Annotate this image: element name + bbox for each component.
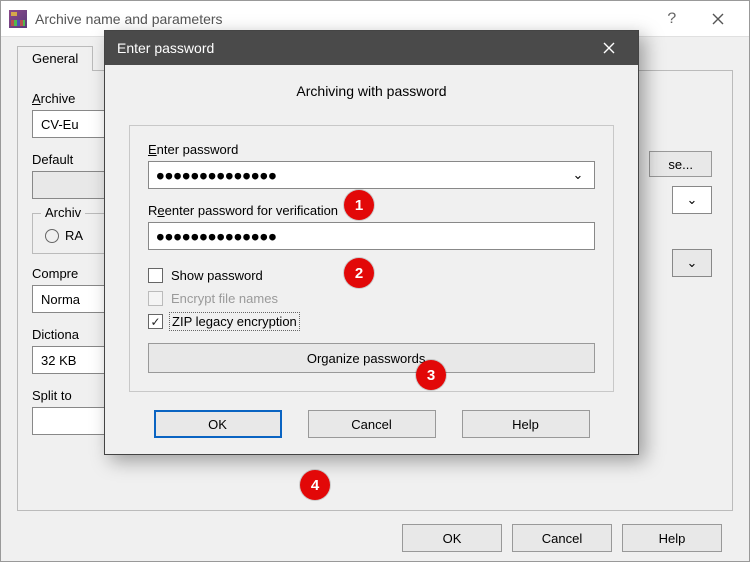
dialog-titlebar: Enter password	[105, 31, 638, 65]
window-help-button[interactable]: ?	[649, 4, 695, 34]
password-fieldset: Enter password ●●●●●●●●●●●●●● ⌄ Reenter …	[129, 125, 614, 392]
dialog-heading: Archiving with password	[129, 83, 614, 99]
checkbox-icon	[148, 268, 163, 283]
ok-button[interactable]: OK	[154, 410, 282, 438]
close-icon	[603, 42, 615, 54]
chevron-down-icon: ⌄	[682, 192, 702, 208]
winrar-app-icon	[9, 10, 27, 28]
window-title: Archive name and parameters	[35, 11, 649, 27]
archive-format-legend: Archiv	[41, 205, 85, 220]
archive-name-combo[interactable]: CV-Eu	[32, 110, 112, 138]
chevron-down-icon: ⌄	[682, 255, 702, 271]
tab-general[interactable]: General	[17, 46, 93, 71]
outer-ok-button[interactable]: OK	[402, 524, 502, 552]
cancel-button[interactable]: Cancel	[308, 410, 436, 438]
close-icon	[712, 13, 724, 25]
archive-name-value: CV-Eu	[41, 117, 79, 132]
password-input[interactable]: ●●●●●●●●●●●●●● ⌄	[148, 161, 595, 189]
window-close-button[interactable]	[695, 4, 741, 34]
archive-format-fieldset: Archiv RA	[32, 213, 114, 254]
rar-radio[interactable]: RA	[45, 228, 101, 243]
chevron-down-icon: ⌄	[568, 167, 588, 183]
help-button[interactable]: Help	[462, 410, 590, 438]
reenter-password-label: Reenter password for verification	[148, 203, 595, 218]
outer-cancel-button[interactable]: Cancel	[512, 524, 612, 552]
organize-passwords-button[interactable]: Organize passwords...	[148, 343, 595, 373]
reenter-password-value: ●●●●●●●●●●●●●●	[157, 230, 278, 243]
dialog-button-row: OK Cancel Help	[129, 410, 614, 438]
checkbox-checked-icon	[148, 314, 163, 329]
reenter-password-input[interactable]: ●●●●●●●●●●●●●●	[148, 222, 595, 250]
profile-combo[interactable]	[32, 171, 112, 199]
show-password-checkbox[interactable]: Show password	[148, 268, 595, 283]
dialog-close-button[interactable]	[592, 34, 626, 62]
dialog-title: Enter password	[117, 40, 592, 56]
zip-legacy-checkbox[interactable]: ZIP legacy encryption	[148, 314, 595, 329]
encrypt-filenames-checkbox: Encrypt file names	[148, 291, 595, 306]
password-dialog: Enter password Archiving with password E…	[104, 30, 639, 455]
dialog-body: Archiving with password Enter password ●…	[105, 65, 638, 454]
update-mode-dropdown-arrow[interactable]: ⌄	[672, 249, 712, 277]
enter-password-label: Enter password	[148, 142, 595, 157]
browse-button[interactable]: se...	[649, 151, 712, 177]
archive-name-dropdown-arrow[interactable]: ⌄	[672, 186, 712, 214]
radio-icon	[45, 229, 59, 243]
outer-help-button[interactable]: Help	[622, 524, 722, 552]
checkbox-icon	[148, 291, 163, 306]
password-value: ●●●●●●●●●●●●●●	[157, 169, 278, 182]
